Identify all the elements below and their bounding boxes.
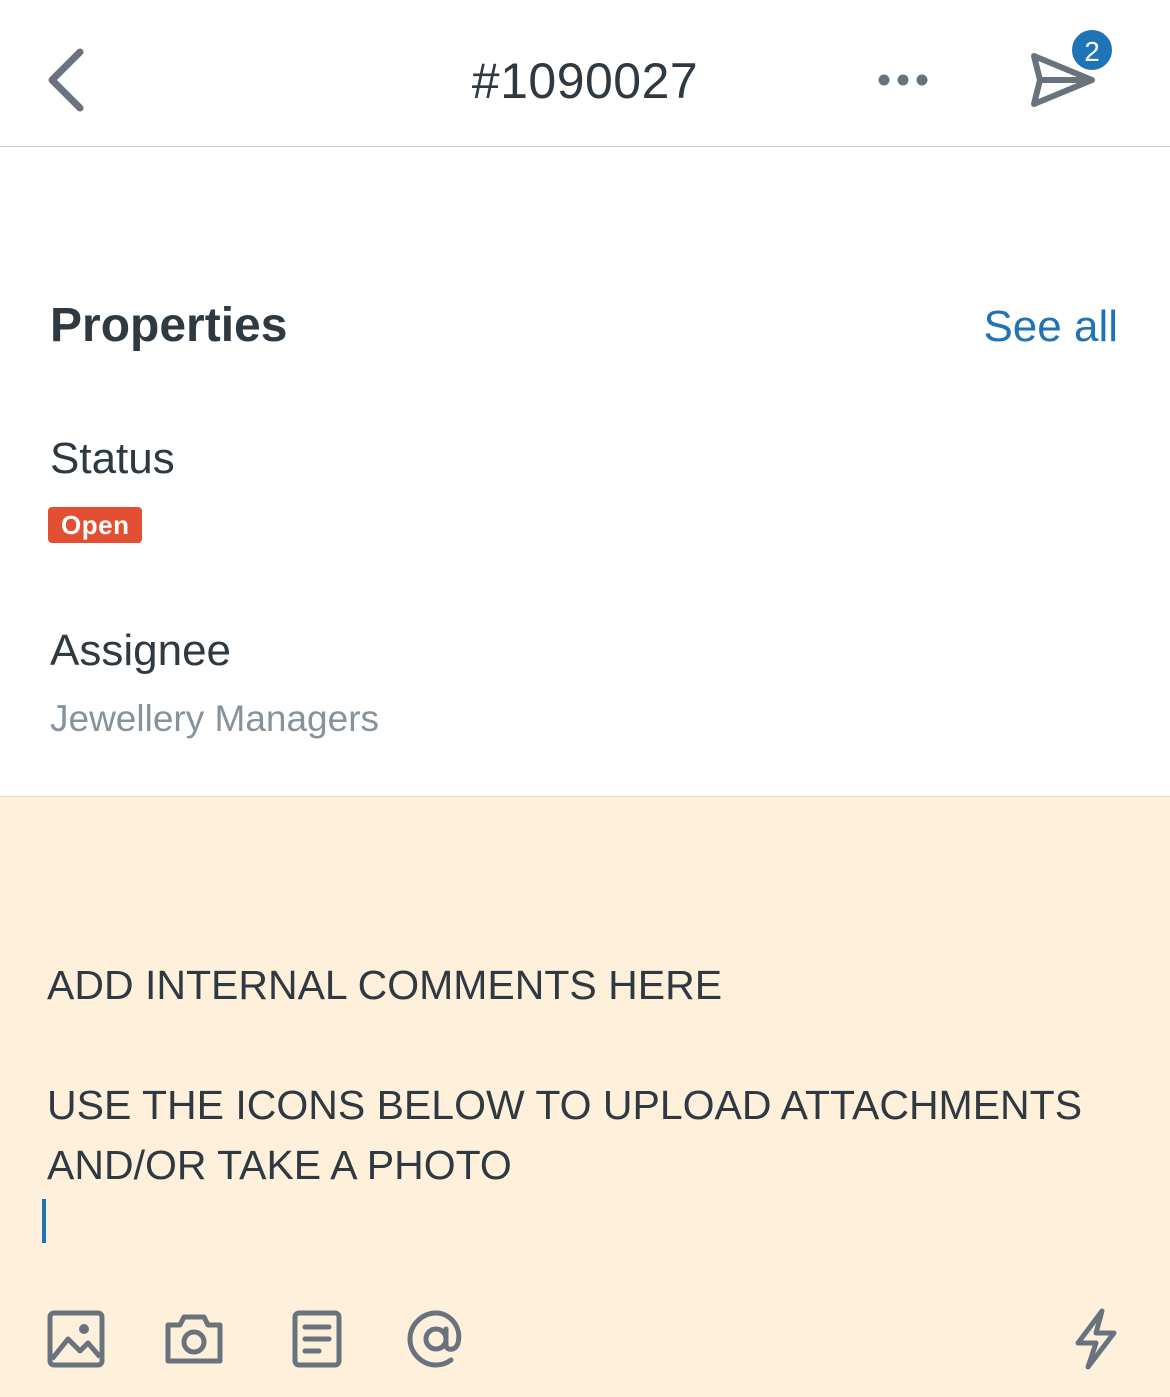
- header-bar: #1090027 2: [0, 0, 1170, 147]
- ellipsis-icon: [878, 74, 928, 86]
- send-count-badge: 2: [1070, 28, 1114, 72]
- attach-file-button[interactable]: [285, 1307, 349, 1371]
- mention-button[interactable]: [404, 1307, 468, 1371]
- comment-input[interactable]: ADD INTERNAL COMMENTS HERE USE THE ICONS…: [47, 955, 1127, 1195]
- ticket-page: #1090027 2 Properties See all Status Ope…: [0, 0, 1170, 1397]
- status-badge[interactable]: Open: [48, 507, 143, 543]
- macro-button[interactable]: [1064, 1307, 1128, 1371]
- assignee-label: Assignee: [50, 626, 232, 675]
- image-icon: [47, 1310, 105, 1368]
- camera-icon: [165, 1314, 223, 1364]
- assignee-value[interactable]: Jewellery Managers: [50, 698, 379, 740]
- ticket-title: #1090027: [471, 53, 699, 109]
- document-icon: [292, 1310, 342, 1368]
- take-photo-button[interactable]: [162, 1307, 226, 1371]
- more-options-button[interactable]: [870, 60, 936, 100]
- text-cursor: [42, 1199, 46, 1243]
- status-label: Status: [50, 434, 175, 483]
- see-all-link[interactable]: See all: [983, 302, 1118, 352]
- macro-bolt-icon: [1075, 1308, 1117, 1370]
- attach-image-button[interactable]: [44, 1307, 108, 1371]
- properties-heading: Properties: [50, 299, 288, 352]
- mention-icon: [407, 1310, 462, 1368]
- comment-composer[interactable]: ADD INTERNAL COMMENTS HERE USE THE ICONS…: [0, 796, 1170, 1397]
